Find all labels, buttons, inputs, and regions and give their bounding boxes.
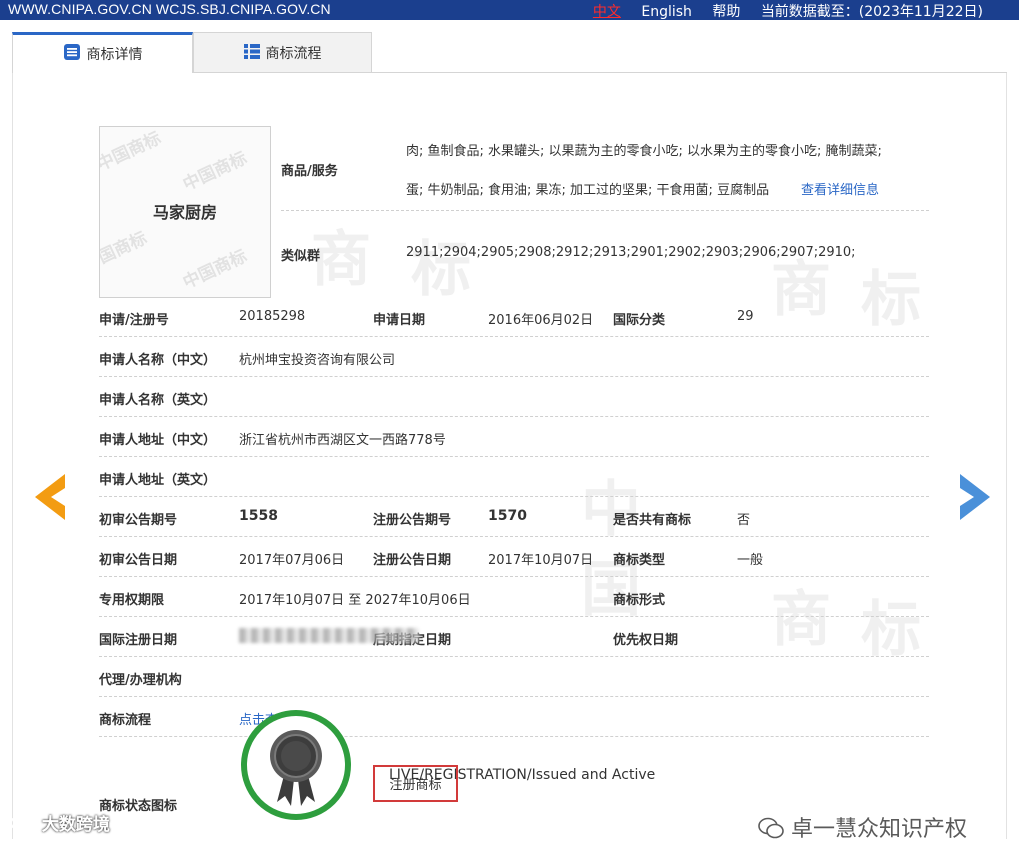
divider	[99, 496, 929, 497]
top-bar: WWW.CNIPA.GOV.CN WCJS.SBJ.CNIPA.GOV.CN 中…	[0, 0, 1019, 20]
tab-trademark-process[interactable]: 商标流程	[193, 32, 372, 72]
reg-pub-date-label: 注册公告日期	[373, 553, 452, 568]
image-watermark: 中国商标	[99, 128, 165, 176]
divider	[99, 576, 929, 577]
reg-pub-no-label: 注册公告期号	[373, 513, 452, 528]
reg-pub-date-value: 2017年10月07日	[488, 553, 594, 568]
priority-date-label: 优先权日期	[613, 633, 679, 648]
prelim-no-value: 1558	[239, 508, 278, 524]
list-icon	[63, 43, 81, 65]
watermark-char: 标	[861, 595, 921, 665]
tm-type-label: 商标类型	[613, 553, 666, 568]
prelim-date-label: 初审公告日期	[99, 553, 178, 568]
term-value: 2017年10月07日 至 2027年10月06日	[239, 593, 471, 608]
goods-line-2: 蛋; 牛奶制品; 食用油; 果冻; 加工过的坚果; 干食用菌; 豆腐制品	[406, 183, 770, 198]
shared-label: 是否共有商标	[613, 513, 692, 528]
chevron-right-icon	[960, 474, 990, 520]
image-watermark: 中国商标	[99, 228, 151, 276]
divider	[99, 656, 929, 657]
prev-arrow-button[interactable]	[31, 472, 67, 526]
detail-panel: 商标详情 商标流程 商 标 中 国 商 标 商 标 中国商标 中国商标 中国商标…	[12, 32, 1007, 842]
goods-more-link[interactable]: 查看详细信息	[801, 179, 879, 198]
tab-label: 商标流程	[265, 45, 322, 62]
similar-group-value: 2911;2904;2905;2908;2912;2913;2901;2902;…	[406, 245, 856, 260]
divider	[99, 736, 929, 737]
tm-form-label: 商标形式	[613, 593, 666, 608]
term-label: 专用权期限	[99, 593, 165, 608]
wechat-brand-text: 卓一慧众知识产权	[791, 817, 968, 842]
prelim-no-label: 初审公告期号	[99, 513, 178, 528]
divider	[99, 336, 929, 337]
status-badge-icon	[241, 710, 351, 820]
intl-class-label: 国际分类	[613, 313, 666, 328]
goods-label: 商品/服务	[281, 164, 338, 179]
addr-cn-value: 浙江省杭州市西湖区文一西路778号	[239, 433, 446, 448]
divider	[99, 416, 929, 417]
divider	[99, 616, 929, 617]
applicant-cn-value: 杭州坤宝投资咨询有限公司	[239, 353, 396, 368]
watermark-char: 标	[861, 265, 921, 335]
site-urls[interactable]: WWW.CNIPA.GOV.CN WCJS.SBJ.CNIPA.GOV.CN	[8, 1, 331, 17]
image-watermark: 中国商标	[180, 148, 251, 196]
divider	[99, 696, 929, 697]
tab-bar: 商标详情 商标流程	[12, 32, 1007, 73]
tm-type-value: 一般	[737, 553, 764, 568]
addr-cn-label: 申请人地址（中文）	[99, 433, 217, 448]
status-cn-box: 注册商标	[373, 765, 458, 802]
help-link[interactable]: 帮助	[712, 4, 740, 20]
process-label: 商标流程	[99, 713, 152, 728]
goods-line-1: 肉; 鱼制食品; 水果罐头; 以果蔬为主的零食小吃; 以水果为主的零食小吃; 腌…	[406, 144, 882, 159]
status-label: 商标状态图标	[99, 799, 178, 814]
agent-label: 代理/办理机构	[99, 673, 182, 688]
grid-icon	[243, 43, 260, 63]
app-date-label: 申请日期	[373, 313, 426, 328]
watermark-char: 中	[581, 475, 641, 545]
reg-pub-no-value: 1570	[488, 508, 527, 524]
app-date-value: 2016年06月02日	[488, 313, 594, 328]
prelim-date-value: 2017年07月06日	[239, 553, 345, 568]
data-date: 当前数据截至：(2023年11月22日)	[760, 4, 983, 20]
divider	[99, 536, 929, 537]
reg-no-label: 申请/注册号	[99, 313, 169, 328]
applicant-en-label: 申请人名称（英文）	[99, 393, 217, 408]
divider	[99, 456, 929, 457]
lang-zh-link[interactable]: 中文	[593, 4, 621, 20]
detail-content: 商 标 中 国 商 标 商 标 中国商标 中国商标 中国商标 中国商标 马家厨房…	[12, 73, 1007, 842]
trademark-name: 马家厨房	[152, 203, 217, 222]
addr-en-label: 申请人地址（英文）	[99, 473, 217, 488]
intl-reg-date-label: 国际注册日期	[99, 633, 178, 648]
similar-group-label: 类似群	[281, 249, 321, 264]
divider	[281, 210, 929, 211]
trademark-image[interactable]: 中国商标 中国商标 中国商标 中国商标 马家厨房	[99, 126, 271, 298]
watermark-char: 商	[771, 585, 831, 655]
overlay-brand-left: 大数跨境	[10, 810, 110, 835]
applicant-cn-label: 申请人名称（中文）	[99, 353, 217, 368]
chevron-left-icon	[35, 474, 65, 520]
top-links: 中文 English 帮助 当前数据截至：(2023年11月22日)	[577, 1, 983, 21]
lang-en-link[interactable]: English	[641, 4, 692, 20]
tab-trademark-detail[interactable]: 商标详情	[12, 32, 193, 73]
next-arrow-button[interactable]	[958, 472, 994, 526]
overlay-brand-text: 大数跨境	[41, 815, 110, 835]
reg-no-value: 20185298	[239, 309, 306, 324]
tab-label: 商标详情	[86, 47, 143, 63]
shared-value: 否	[737, 513, 751, 528]
wechat-icon	[758, 817, 791, 842]
intl-class-value: 29	[737, 309, 754, 324]
divider	[99, 376, 929, 377]
watermark-char: 标	[411, 235, 471, 305]
wechat-brand: 卓一慧众知识产权	[758, 811, 967, 843]
agent-value-redacted	[239, 628, 419, 643]
image-watermark: 中国商标	[180, 246, 251, 294]
brand-logo-icon	[10, 815, 42, 835]
